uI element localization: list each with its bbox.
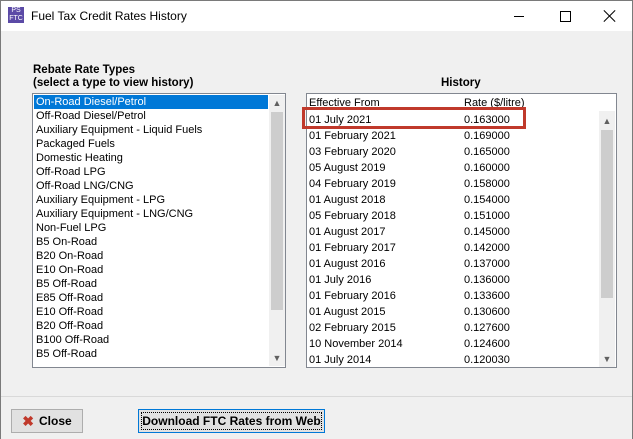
rebate-type-item[interactable]: B5 Off-Road [34, 277, 268, 291]
rebate-type-item[interactable]: Auxiliary Equipment - LPG [34, 193, 268, 207]
app-icon-text-bottom: FTC [9, 15, 23, 22]
rebate-scroll-thumb[interactable] [271, 112, 283, 310]
rebate-type-item[interactable]: E10 On-Road [34, 263, 268, 277]
rebate-type-list[interactable]: On-Road Diesel/Petrol Off-Road Diesel/Pet… [32, 93, 286, 368]
rebate-heading: Rebate Rate Types (select a type to view… [33, 64, 193, 90]
history-rate: 0.130600 [464, 306, 510, 318]
history-rate: 0.133600 [464, 290, 510, 302]
history-date: 01 February 2021 [309, 130, 396, 142]
minimize-button[interactable] [496, 1, 542, 31]
rebate-type-item[interactable]: Auxiliary Equipment - LNG/CNG [34, 207, 268, 221]
history-rate: 0.151000 [464, 210, 510, 222]
history-date: 05 August 2019 [309, 162, 386, 174]
app-icon: PS FTC [8, 7, 24, 23]
history-row[interactable]: 03 February 2020 0.165000 [309, 144, 597, 160]
rebate-type-item[interactable]: Off-Road LNG/CNG [34, 179, 268, 193]
history-date: 01 February 2017 [309, 242, 396, 254]
window-title: Fuel Tax Credit Rates History [31, 9, 187, 23]
history-date: 01 July 2016 [309, 274, 372, 286]
history-heading: History [441, 77, 481, 89]
history-rate: 0.137000 [464, 258, 510, 270]
history-date: 05 February 2018 [309, 210, 396, 222]
rebate-type-item[interactable]: Off-Road LPG [34, 165, 268, 179]
history-date: 10 November 2014 [309, 338, 403, 350]
app-icon-text-top: PS [11, 7, 21, 14]
rebate-type-item[interactable]: B5 On-Road [34, 235, 268, 249]
title-bar[interactable]: PS FTC Fuel Tax Credit Rates History [1, 1, 632, 31]
history-rate: 0.160000 [464, 162, 510, 174]
download-ftc-rates-button[interactable]: Download FTC Rates from Web [138, 409, 325, 433]
rebate-type-item[interactable]: Packaged Fuels [34, 137, 268, 151]
rebate-type-item[interactable]: Domestic Heating [34, 151, 268, 165]
minimize-icon [514, 15, 524, 17]
history-date: 01 August 2017 [309, 226, 386, 238]
history-date: 01 August 2015 [309, 306, 386, 318]
history-row[interactable]: 02 February 2015 0.127600 [309, 320, 597, 336]
history-row[interactable]: 01 August 2018 0.154000 [309, 192, 597, 208]
rebate-scrollbar[interactable]: ▲ ▼ [269, 95, 285, 366]
history-date: 01 February 2016 [309, 290, 396, 302]
rebate-type-item[interactable]: B20 Off-Road [34, 319, 268, 333]
download-button-label: Download FTC Rates from Web [142, 414, 321, 428]
scroll-up-icon[interactable]: ▲ [269, 95, 285, 111]
history-list[interactable]: Effective From Rate ($/litre) 01 July 20… [306, 93, 617, 368]
scroll-down-icon[interactable]: ▼ [269, 350, 285, 366]
close-icon [604, 10, 616, 22]
rebate-type-item[interactable]: E10 Off-Road [34, 305, 268, 319]
history-date: 01 August 2018 [309, 194, 386, 206]
history-row[interactable]: 01 July 2014 0.120030 [309, 352, 597, 367]
history-rate: 0.124600 [464, 338, 510, 350]
history-date: 01 July 2014 [309, 354, 372, 366]
maximize-icon [559, 10, 571, 22]
rebate-type-item[interactable]: B5 Off-Road [34, 347, 268, 361]
history-row[interactable]: 10 November 2014 0.124600 [309, 336, 597, 352]
rebate-type-items: On-Road Diesel/Petrol Off-Road Diesel/Pet… [34, 95, 268, 361]
history-rate: 0.127600 [464, 322, 510, 334]
history-row[interactable]: 01 February 2021 0.169000 [309, 128, 597, 144]
window-close-button[interactable] [587, 1, 633, 31]
rebate-type-item[interactable]: E85 Off-Road [34, 291, 268, 305]
history-date: 02 February 2015 [309, 322, 396, 334]
maximize-button[interactable] [542, 1, 588, 31]
rebate-type-item[interactable]: On-Road Diesel/Petrol [34, 95, 268, 109]
history-date: 04 February 2019 [309, 178, 396, 190]
history-rate: 0.142000 [464, 242, 510, 254]
rebate-type-item[interactable]: Non-Fuel LPG [34, 221, 268, 235]
rebate-heading-line1: Rebate Rate Types [33, 64, 136, 76]
history-row[interactable]: 01 February 2017 0.142000 [309, 240, 597, 256]
highlight-annotation [302, 107, 526, 129]
history-row[interactable]: 05 February 2018 0.151000 [309, 208, 597, 224]
history-rate: 0.145000 [464, 226, 510, 238]
history-row[interactable]: 01 August 2015 0.130600 [309, 304, 597, 320]
close-x-icon: ✖ [22, 412, 35, 429]
scroll-up-icon[interactable]: ▲ [599, 113, 615, 129]
rebate-type-item[interactable]: B100 Off-Road [34, 333, 268, 347]
history-row[interactable]: 05 August 2019 0.160000 [309, 160, 597, 176]
history-row[interactable]: 01 July 2016 0.136000 [309, 272, 597, 288]
ftc-history-window: PS FTC Fuel Tax Credit Rates History Reb… [0, 0, 633, 439]
history-row[interactable]: 01 August 2016 0.137000 [309, 256, 597, 272]
history-rate: 0.165000 [464, 146, 510, 158]
rebate-type-item[interactable]: Off-Road Diesel/Petrol [34, 109, 268, 123]
history-rate: 0.158000 [464, 178, 510, 190]
history-date: 03 February 2020 [309, 146, 396, 158]
scroll-down-icon[interactable]: ▼ [599, 351, 615, 367]
close-button-label: Close [39, 414, 72, 428]
rebate-type-item[interactable]: Auxiliary Equipment - Liquid Fuels [34, 123, 268, 137]
history-rate: 0.136000 [464, 274, 510, 286]
history-row[interactable]: 01 August 2017 0.145000 [309, 224, 597, 240]
rebate-heading-line2: (select a type to view history) [33, 77, 194, 89]
close-button[interactable]: ✖ Close [11, 409, 83, 433]
history-row[interactable]: 01 February 2016 0.133600 [309, 288, 597, 304]
history-row[interactable]: 04 February 2019 0.158000 [309, 176, 597, 192]
history-rate: 0.120030 [464, 354, 510, 366]
history-scrollbar[interactable]: ▲ ▼ [599, 111, 615, 367]
history-date: 01 August 2016 [309, 258, 386, 270]
rebate-type-item[interactable]: B20 On-Road [34, 249, 268, 263]
history-rate: 0.154000 [464, 194, 510, 206]
history-scroll-thumb[interactable] [601, 130, 613, 298]
history-rate: 0.169000 [464, 130, 510, 142]
